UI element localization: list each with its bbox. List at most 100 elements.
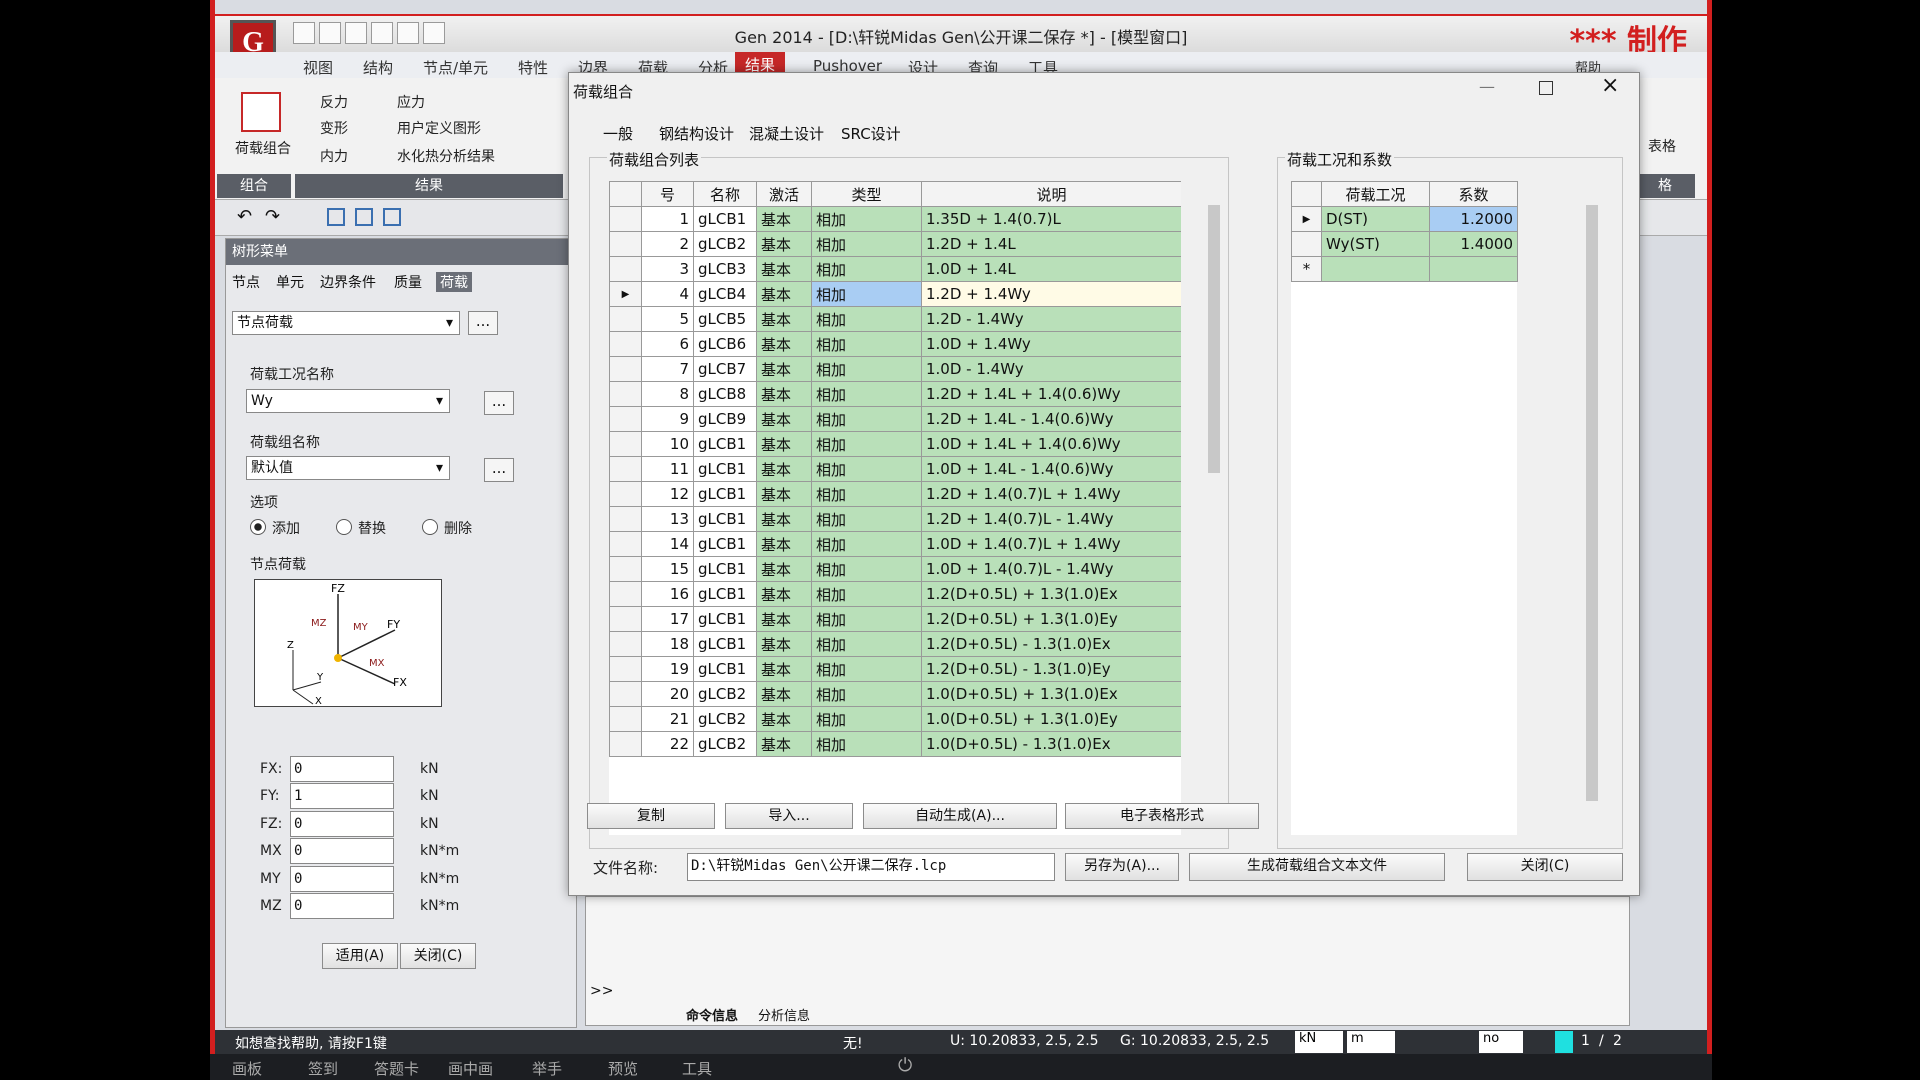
save-as-button[interactable]: 另存为(A)...	[1065, 853, 1179, 881]
case-row-header[interactable]: ▶	[1291, 206, 1322, 232]
row-header[interactable]	[609, 506, 642, 532]
row-active[interactable]: 基本	[756, 381, 812, 407]
deformation-button[interactable]: 变形	[320, 118, 348, 138]
row-type[interactable]: 相加	[811, 581, 922, 607]
row-number[interactable]: 17	[641, 606, 694, 632]
power-icon[interactable]: ⏻	[898, 1055, 912, 1076]
row-number[interactable]: 2	[641, 231, 694, 257]
row-description[interactable]: 1.0D + 1.4(0.7)L + 1.4Wy	[921, 531, 1181, 557]
row-number[interactable]: 7	[641, 356, 694, 382]
row-active[interactable]: 基本	[756, 681, 812, 707]
row-name[interactable]: gLCB1	[693, 606, 757, 632]
row-number[interactable]: 11	[641, 456, 694, 482]
row-active[interactable]: 基本	[756, 206, 812, 232]
option-replace-radio[interactable]	[336, 519, 352, 535]
combination-row[interactable]: 20 gLCB2 基本 相加 1.0(D+0.5L) + 1.3(1.0)Ex	[609, 681, 1181, 707]
file-name-input[interactable]: D:\轩锐Midas Gen\公开课二保存.lcp	[687, 853, 1055, 881]
row-name[interactable]: gLCB4	[693, 281, 757, 307]
row-type[interactable]: 相加	[811, 631, 922, 657]
row-header[interactable]	[609, 431, 642, 457]
force-unit-select[interactable]: kN	[1295, 1031, 1343, 1053]
row-description[interactable]: 1.35D + 1.4(0.7)L	[921, 206, 1181, 232]
combination-row[interactable]: 16 gLCB1 基本 相加 1.2(D+0.5L) + 1.3(1.0)Ex	[609, 581, 1181, 607]
load-case-more-button[interactable]: ...	[484, 391, 514, 415]
taskbar-signin[interactable]: 签到	[308, 1058, 338, 1079]
row-header[interactable]: ▶	[609, 281, 642, 307]
row-type[interactable]: 相加	[811, 381, 922, 407]
row-number[interactable]: 13	[641, 506, 694, 532]
row-description[interactable]: 1.0D + 1.4L - 1.4(0.6)Wy	[921, 456, 1181, 482]
row-type[interactable]: 相加	[811, 306, 922, 332]
row-header[interactable]	[609, 256, 642, 282]
combination-row[interactable]: 21 gLCB2 基本 相加 1.0(D+0.5L) + 1.3(1.0)Ey	[609, 706, 1181, 732]
zoom-window-icon[interactable]	[355, 208, 373, 226]
row-header[interactable]	[609, 481, 642, 507]
row-name[interactable]: gLCB2	[693, 681, 757, 707]
row-description[interactable]: 1.0(D+0.5L) + 1.3(1.0)Ey	[921, 706, 1181, 732]
combination-row[interactable]: 15 gLCB1 基本 相加 1.0D + 1.4(0.7)L - 1.4Wy	[609, 556, 1181, 582]
fy-input[interactable]: 1	[290, 783, 394, 809]
combination-row[interactable]: 1 gLCB1 基本 相加 1.35D + 1.4(0.7)L	[609, 206, 1181, 232]
row-header[interactable]	[609, 531, 642, 557]
row-name[interactable]: gLCB2	[693, 706, 757, 732]
row-number[interactable]: 10	[641, 431, 694, 457]
row-type[interactable]: 相加	[811, 481, 922, 507]
combination-row[interactable]: 18 gLCB1 基本 相加 1.2(D+0.5L) - 1.3(1.0)Ex	[609, 631, 1181, 657]
case-row[interactable]: Wy(ST) 1.4000	[1291, 231, 1518, 257]
load-type-more-button[interactable]: ...	[468, 311, 498, 335]
row-type[interactable]: 相加	[811, 281, 922, 307]
combination-scroll-thumb[interactable]	[1208, 205, 1220, 473]
row-name[interactable]: gLCB1	[693, 481, 757, 507]
row-number[interactable]: 18	[641, 631, 694, 657]
row-active[interactable]: 基本	[756, 431, 812, 457]
row-name[interactable]: gLCB1	[693, 506, 757, 532]
row-description[interactable]: 1.2D + 1.4L - 1.4(0.6)Wy	[921, 406, 1181, 432]
copy-button[interactable]: 复制	[587, 803, 715, 829]
combination-row[interactable]: 14 gLCB1 基本 相加 1.0D + 1.4(0.7)L + 1.4Wy	[609, 531, 1181, 557]
row-active[interactable]: 基本	[756, 631, 812, 657]
combination-scrollbar[interactable]	[1203, 181, 1225, 835]
spreadsheet-button[interactable]: 电子表格形式	[1065, 803, 1259, 829]
case-name[interactable]: Wy(ST)	[1321, 231, 1430, 257]
row-number[interactable]: 6	[641, 331, 694, 357]
row-header[interactable]	[609, 606, 642, 632]
stress-button[interactable]: 应力	[397, 92, 425, 112]
auto-generate-button[interactable]: 自动生成(A)...	[863, 803, 1057, 829]
case-scroll-thumb[interactable]	[1586, 205, 1598, 801]
mz-input[interactable]: 0	[290, 893, 394, 919]
row-name[interactable]: gLCB3	[693, 256, 757, 282]
row-active[interactable]: 基本	[756, 331, 812, 357]
combination-row[interactable]: 13 gLCB1 基本 相加 1.2D + 1.4(0.7)L - 1.4Wy	[609, 506, 1181, 532]
tab-concrete-design[interactable]: 混凝土设计	[749, 123, 824, 144]
new-case-name[interactable]	[1321, 256, 1430, 282]
row-type[interactable]: 相加	[811, 531, 922, 557]
row-active[interactable]: 基本	[756, 356, 812, 382]
taskbar-tools[interactable]: 工具	[682, 1058, 712, 1079]
tree-tab-mass[interactable]: 质量	[394, 272, 422, 292]
col-active[interactable]: 激活	[756, 181, 812, 207]
case-scrollbar[interactable]	[1581, 181, 1603, 835]
import-button[interactable]: 导入...	[725, 803, 853, 829]
combination-row[interactable]: 17 gLCB1 基本 相加 1.2(D+0.5L) + 1.3(1.0)Ey	[609, 606, 1181, 632]
row-description[interactable]: 1.0D + 1.4(0.7)L - 1.4Wy	[921, 556, 1181, 582]
row-number[interactable]: 12	[641, 481, 694, 507]
taskbar-answer-card[interactable]: 答题卡	[374, 1058, 419, 1079]
heat-of-hydration-button[interactable]: 水化热分析结果	[397, 146, 495, 166]
row-name[interactable]: gLCB1	[693, 206, 757, 232]
row-description[interactable]: 1.0D - 1.4Wy	[921, 356, 1181, 382]
row-description[interactable]: 1.0D + 1.4L	[921, 256, 1181, 282]
row-description[interactable]: 1.0D + 1.4L + 1.4(0.6)Wy	[921, 431, 1181, 457]
load-type-select[interactable]: 节点荷载	[232, 311, 460, 335]
minimize-icon[interactable]: —	[1479, 77, 1495, 96]
row-number[interactable]: 14	[641, 531, 694, 557]
row-header[interactable]	[609, 231, 642, 257]
rotate-icon[interactable]	[383, 208, 401, 226]
tab-steel-design[interactable]: 钢结构设计	[659, 123, 734, 144]
row-name[interactable]: gLCB1	[693, 531, 757, 557]
row-name[interactable]: gLCB1	[693, 581, 757, 607]
row-active[interactable]: 基本	[756, 231, 812, 257]
row-number[interactable]: 9	[641, 406, 694, 432]
select-icon[interactable]	[327, 208, 345, 226]
row-type[interactable]: 相加	[811, 206, 922, 232]
row-number[interactable]: 20	[641, 681, 694, 707]
